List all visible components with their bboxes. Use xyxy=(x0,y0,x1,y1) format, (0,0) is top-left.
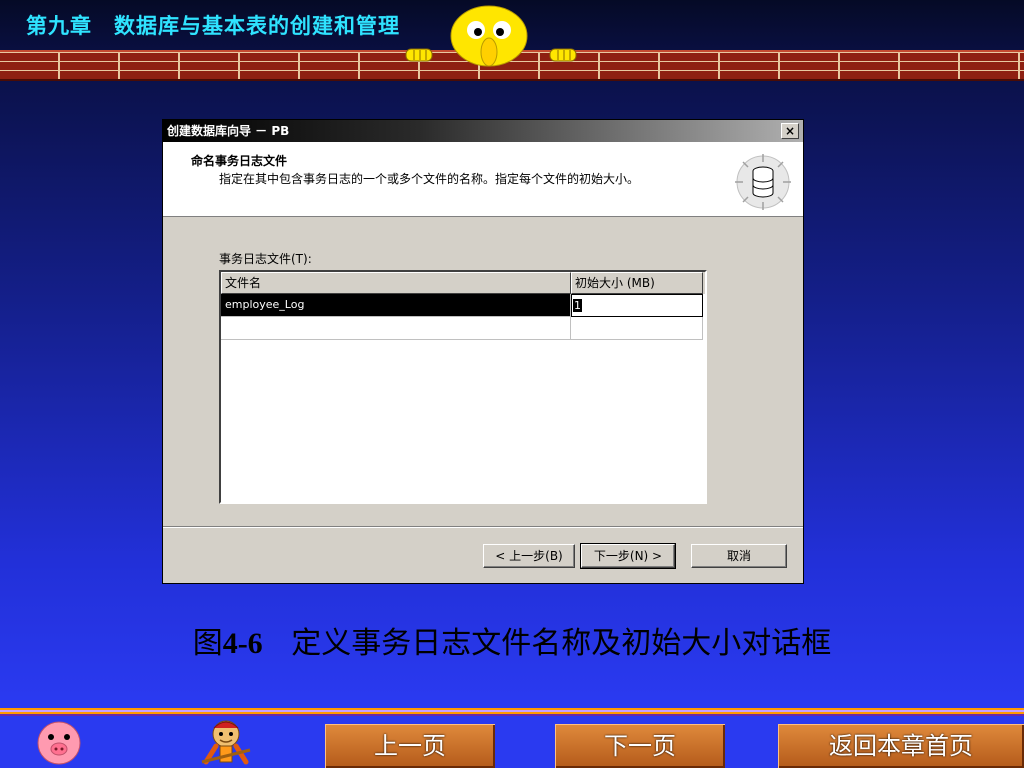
previous-page-button[interactable]: 上一页 xyxy=(325,724,495,768)
dialog-titlebar: 创建数据库向导 － PB × xyxy=(163,120,803,142)
cancel-button[interactable]: 取消 xyxy=(691,544,787,568)
wizard-step-title: 命名事务日志文件 xyxy=(191,154,288,168)
caption-number: 4-6 xyxy=(222,627,263,660)
close-button[interactable]: × xyxy=(781,123,799,139)
create-database-wizard-dialog: 创建数据库向导 － PB × 命名事务日志文件 指定在其中包含事务日志的一个或多… xyxy=(163,120,803,583)
next-page-button[interactable]: 下一页 xyxy=(555,724,725,768)
caption-prefix: 图 xyxy=(192,626,223,661)
pig-face-icon[interactable] xyxy=(36,720,82,766)
table-row[interactable]: employee_Log 1 xyxy=(221,294,705,317)
peeking-face-icon xyxy=(450,5,528,67)
figure-caption: 图4-6 定义事务日志文件名称及初始大小对话框 xyxy=(0,618,1024,662)
wizard-header: 命名事务日志文件 指定在其中包含事务日志的一个或多个文件的名称。指定每个文件的初… xyxy=(163,142,803,217)
right-hand-icon xyxy=(549,48,577,62)
initial-size-cell[interactable]: 1 xyxy=(571,294,703,317)
wizard-step-description: 指定在其中包含事务日志的一个或多个文件的名称。指定每个文件的初始大小。 xyxy=(219,172,640,186)
column-header-initial-size[interactable]: 初始大小 (MB) xyxy=(571,272,703,294)
database-icon xyxy=(735,154,791,210)
filename-cell[interactable]: employee_Log xyxy=(221,294,571,317)
footer-divider xyxy=(0,708,1024,716)
next-button[interactable]: 下一步(N) > xyxy=(581,544,675,568)
empty-size-cell[interactable] xyxy=(571,317,703,340)
table-row-empty[interactable] xyxy=(221,317,705,340)
dialog-title: 创建数据库向导 － PB xyxy=(167,124,290,138)
transaction-log-grid[interactable]: 文件名 初始大小 (MB) employee_Log 1 xyxy=(219,270,707,504)
caption-text: 定义事务日志文件名称及初始大小对话框 xyxy=(291,626,832,661)
transaction-log-files-label: 事务日志文件(T): xyxy=(219,252,312,266)
monkey-king-icon[interactable] xyxy=(196,716,256,766)
grid-header: 文件名 初始大小 (MB) xyxy=(221,272,705,294)
slide-title: 第九章 数据库与基本表的创建和管理 xyxy=(26,14,400,38)
button-separator xyxy=(163,526,803,528)
back-button[interactable]: < 上一步(B) xyxy=(483,544,575,568)
chapter-home-button[interactable]: 返回本章首页 xyxy=(778,724,1024,768)
left-hand-icon xyxy=(405,48,433,62)
column-header-filename[interactable]: 文件名 xyxy=(221,272,571,294)
initial-size-value[interactable]: 1 xyxy=(573,299,582,312)
empty-filename-cell[interactable] xyxy=(221,317,571,340)
